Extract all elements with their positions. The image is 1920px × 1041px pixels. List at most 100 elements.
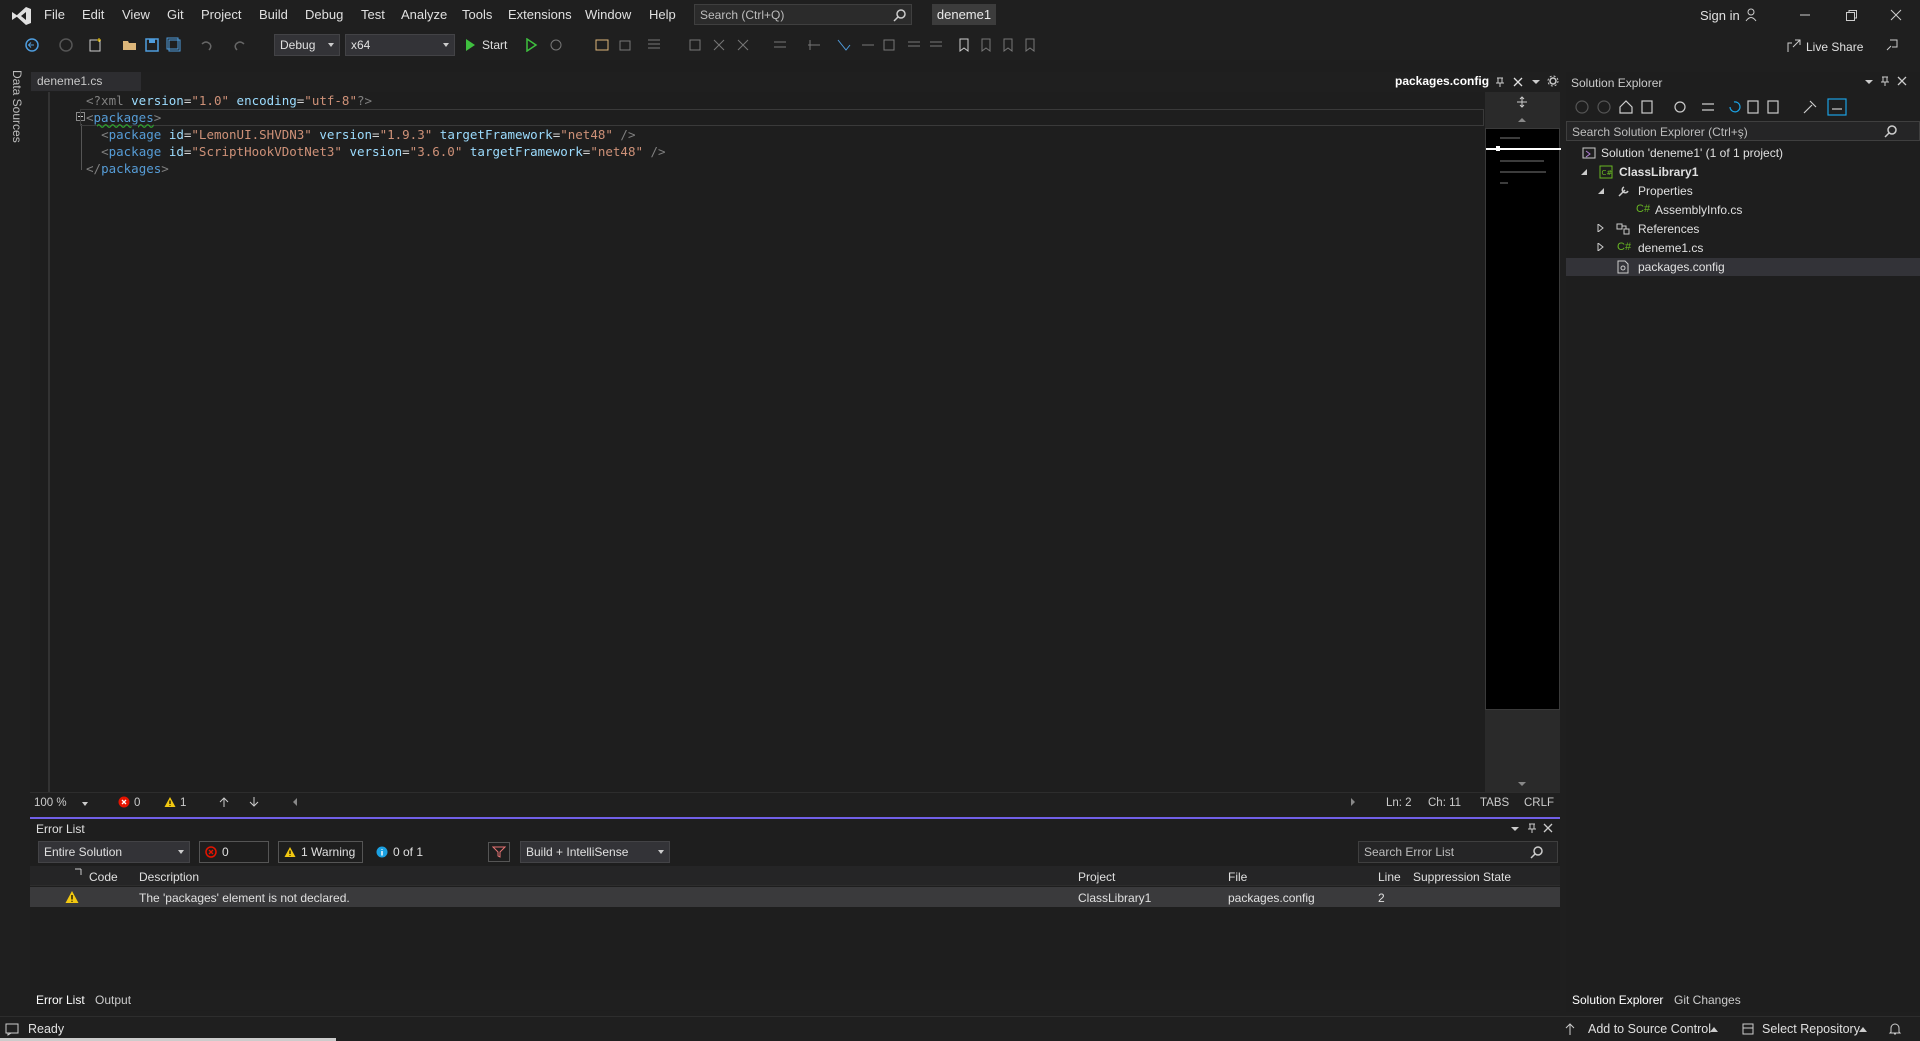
- panel-close-icon[interactable]: [1542, 822, 1554, 834]
- select-repository-button[interactable]: Select Repository: [1762, 1022, 1860, 1036]
- menu-git[interactable]: Git: [167, 7, 184, 22]
- tab-error-list[interactable]: Error List: [36, 993, 85, 1007]
- account-icon[interactable]: [1744, 7, 1760, 23]
- cursor-line[interactable]: Ln: 2: [1386, 797, 1412, 809]
- source-control-caret-icon[interactable]: [1710, 1027, 1718, 1032]
- indentation-mode[interactable]: TABS: [1480, 797, 1509, 809]
- expanded-chevron-icon[interactable]: [1597, 187, 1605, 195]
- navigate-back-icon[interactable]: [24, 37, 40, 53]
- expanded-chevron-icon[interactable]: [1580, 168, 1588, 176]
- column-project[interactable]: Project: [1078, 870, 1115, 884]
- menu-project[interactable]: Project: [201, 7, 241, 22]
- minimap[interactable]: [1485, 128, 1561, 710]
- menu-extensions[interactable]: Extensions: [508, 7, 572, 22]
- tree-item-properties[interactable]: Properties: [1638, 184, 1693, 198]
- error-list-search-input[interactable]: Search Error List: [1358, 841, 1558, 863]
- menu-file[interactable]: File: [44, 7, 65, 22]
- menu-help[interactable]: Help: [649, 7, 676, 22]
- solution-explorer-search-input[interactable]: Search Solution Explorer (Ctrl+ş): [1566, 121, 1920, 141]
- platform-dropdown[interactable]: x64: [345, 34, 455, 56]
- menu-build[interactable]: Build: [259, 7, 288, 22]
- messages-filter-button[interactable]: 0 of 1 Message: [370, 841, 480, 879]
- se-dropdown-icon[interactable]: [1864, 77, 1874, 87]
- search-input[interactable]: Search (Ctrl+Q): [694, 4, 912, 25]
- column-file[interactable]: File: [1228, 870, 1247, 884]
- tree-item-solution[interactable]: Solution 'deneme1' (1 of 1 project): [1601, 146, 1783, 160]
- menu-analyze[interactable]: Analyze: [401, 7, 447, 22]
- sign-in-link[interactable]: Sign in: [1700, 8, 1740, 23]
- save-all-icon[interactable]: [166, 37, 182, 53]
- restore-icon[interactable]: [1844, 8, 1858, 22]
- build-intellisense-dropdown[interactable]: Build + IntelliSense: [520, 841, 670, 863]
- tab-solution-explorer[interactable]: Solution Explorer: [1572, 993, 1663, 1007]
- menu-debug[interactable]: Debug: [305, 7, 343, 22]
- zoom-dropdown-icon[interactable]: [82, 802, 88, 806]
- data-sources-tab[interactable]: Data Sources: [8, 70, 24, 150]
- next-issue-icon[interactable]: [248, 796, 260, 808]
- menu-tools[interactable]: Tools: [462, 7, 492, 22]
- configuration-dropdown[interactable]: Debug: [274, 34, 340, 56]
- scroll-left-icon[interactable]: [290, 797, 300, 807]
- save-icon[interactable]: [144, 37, 160, 53]
- tree-item-references[interactable]: References: [1638, 222, 1699, 236]
- pin-tab-icon[interactable]: [1494, 76, 1506, 88]
- column-sort-icon[interactable]: [74, 868, 82, 876]
- zoom-level[interactable]: 100 %: [34, 797, 67, 809]
- column-suppression-state[interactable]: Suppression State: [1413, 870, 1511, 884]
- redo-icon[interactable]: [232, 37, 248, 53]
- tree-item-project[interactable]: ClassLibrary1: [1619, 165, 1698, 179]
- error-count[interactable]: 0: [134, 797, 140, 809]
- feedback-icon[interactable]: [1884, 37, 1900, 53]
- tree-item-deneme1-cs[interactable]: deneme1.cs: [1638, 241, 1703, 255]
- editor-settings-gear-icon[interactable]: [1547, 75, 1559, 87]
- previous-issue-icon[interactable]: [218, 796, 230, 808]
- scroll-right-icon[interactable]: [1348, 797, 1358, 807]
- close-tab-icon[interactable]: [1512, 76, 1524, 88]
- start-play-icon[interactable]: [463, 38, 477, 52]
- split-editor-icon[interactable]: [1516, 96, 1528, 108]
- menu-window[interactable]: Window: [585, 7, 631, 22]
- undo-icon[interactable]: [198, 37, 214, 53]
- collapsed-chevron-icon[interactable]: [1597, 224, 1605, 232]
- close-window-icon[interactable]: [1889, 8, 1903, 22]
- scroll-up-icon[interactable]: [1516, 116, 1528, 124]
- navigate-forward-icon[interactable]: [58, 37, 74, 53]
- start-button[interactable]: Start: [482, 38, 507, 52]
- panel-pin-icon[interactable]: [1526, 822, 1538, 834]
- panel-dropdown-icon[interactable]: [1510, 824, 1520, 834]
- line-endings[interactable]: CRLF: [1524, 797, 1554, 809]
- new-project-icon[interactable]: [88, 37, 104, 53]
- project-name-badge[interactable]: deneme1: [932, 4, 996, 25]
- se-pin-icon[interactable]: [1879, 75, 1891, 87]
- se-close-icon[interactable]: [1896, 75, 1908, 87]
- column-line[interactable]: Line: [1378, 870, 1401, 884]
- code-text[interactable]: <?xml version="1.0" encoding="utf-8"?> <…: [86, 92, 1486, 177]
- add-to-source-control-button[interactable]: Add to Source Control: [1588, 1022, 1711, 1036]
- tab-deneme1-cs[interactable]: deneme1.cs: [31, 72, 141, 91]
- menu-test[interactable]: Test: [361, 7, 385, 22]
- open-folder-icon[interactable]: [122, 37, 138, 53]
- repository-caret-icon[interactable]: [1859, 1027, 1867, 1032]
- minimize-icon[interactable]: [1798, 8, 1812, 22]
- scroll-down-icon[interactable]: [1516, 780, 1528, 788]
- cursor-column[interactable]: Ch: 11: [1428, 797, 1461, 809]
- notifications-bell-icon[interactable]: [1888, 1021, 1902, 1037]
- column-description[interactable]: Description: [139, 870, 199, 884]
- tree-item-assemblyinfo[interactable]: AssemblyInfo.cs: [1655, 203, 1742, 217]
- clear-filter-icon[interactable]: [488, 842, 510, 862]
- tab-output[interactable]: Output: [95, 993, 131, 1007]
- tab-git-changes[interactable]: Git Changes: [1674, 993, 1741, 1007]
- menu-edit[interactable]: Edit: [82, 7, 104, 22]
- tab-list-dropdown-icon[interactable]: [1530, 76, 1542, 88]
- live-share-button[interactable]: Live Share: [1806, 40, 1863, 54]
- visual-studio-logo-icon[interactable]: [10, 6, 32, 26]
- errors-filter-button[interactable]: 0 Errors: [199, 841, 269, 879]
- menu-view[interactable]: View: [122, 7, 150, 22]
- tree-item-packages-config[interactable]: packages.config: [1638, 260, 1725, 274]
- warning-count[interactable]: 1: [180, 797, 186, 809]
- status-output-icon[interactable]: [5, 1022, 19, 1036]
- warnings-filter-button[interactable]: 1 Warning: [278, 841, 363, 863]
- error-scope-dropdown[interactable]: Entire Solution: [38, 841, 190, 863]
- start-without-debugging-icon[interactable]: [524, 38, 538, 52]
- collapsed-chevron-icon[interactable]: [1597, 243, 1605, 251]
